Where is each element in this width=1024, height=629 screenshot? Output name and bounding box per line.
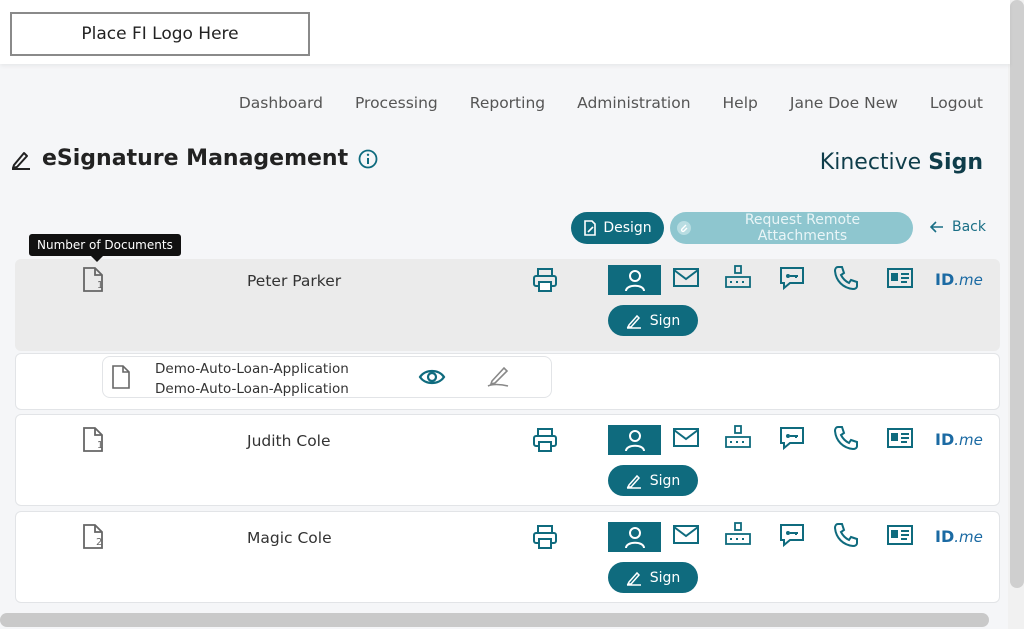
nav-processing[interactable]: Processing — [355, 94, 438, 112]
request-remote-attachments-button[interactable]: Request Remote Attachments — [670, 212, 913, 244]
document-item: Demo-Auto-Loan-Application Demo-Auto-Loa… — [102, 356, 552, 398]
phone-icon[interactable] — [832, 521, 860, 549]
idme-suffix: .me — [954, 528, 983, 546]
document-icon — [112, 365, 130, 389]
sms-passcode-icon[interactable] — [778, 424, 806, 452]
eye-icon[interactable] — [418, 366, 446, 388]
nav-reporting[interactable]: Reporting — [470, 94, 545, 112]
kba-lock-icon[interactable] — [724, 521, 752, 549]
back-label: Back — [952, 219, 986, 235]
idme-suffix: .me — [954, 431, 983, 449]
signer-name: Peter Parker — [247, 272, 342, 290]
in-person-auth-option-selected[interactable] — [608, 522, 661, 552]
sms-passcode-icon[interactable] — [778, 264, 806, 292]
product-brand: Kinective Sign — [820, 150, 983, 175]
nav-help[interactable]: Help — [723, 94, 758, 112]
email-icon[interactable] — [672, 521, 700, 549]
id-card-icon[interactable] — [886, 264, 914, 292]
idme-suffix: .me — [954, 271, 983, 289]
sms-passcode-icon[interactable] — [778, 521, 806, 549]
nav-dashboard[interactable]: Dashboard — [239, 94, 323, 112]
email-icon[interactable] — [672, 264, 700, 292]
phone-icon[interactable] — [832, 424, 860, 452]
paperclip-icon — [676, 221, 691, 235]
document-count: 2 — [96, 537, 103, 548]
document-names: Demo-Auto-Loan-Application Demo-Auto-Loa… — [155, 359, 349, 399]
main-nav: Dashboard Processing Reporting Administr… — [207, 94, 983, 112]
print-icon[interactable] — [531, 266, 559, 294]
signer-name: Magic Cole — [247, 529, 332, 547]
sign-button-label: Sign — [649, 312, 681, 329]
pen-icon — [626, 571, 641, 586]
document-title: Demo-Auto-Loan-Application — [155, 361, 349, 377]
idme-option[interactable]: ID.me — [935, 430, 983, 449]
design-button-label: Design — [603, 220, 652, 236]
document-edit-icon — [584, 220, 597, 236]
nav-administration[interactable]: Administration — [577, 94, 690, 112]
sign-button-label: Sign — [649, 472, 681, 489]
idme-prefix: ID — [935, 527, 955, 546]
page-title: eSignature Management — [42, 146, 349, 171]
kba-lock-icon[interactable] — [724, 424, 752, 452]
email-icon[interactable] — [672, 424, 700, 452]
arrow-left-icon — [930, 221, 943, 233]
brand-bold-text: Sign — [928, 150, 983, 175]
pen-icon — [626, 314, 641, 329]
sign-button-label: Sign — [649, 569, 681, 586]
phone-icon[interactable] — [832, 264, 860, 292]
sign-button[interactable]: Sign — [608, 305, 698, 336]
signer-name: Judith Cole — [247, 432, 331, 450]
brand-light-text: Kinective — [819, 150, 929, 175]
design-button[interactable]: Design — [571, 212, 664, 244]
document-subtitle: Demo-Auto-Loan-Application — [155, 381, 349, 397]
document-count: 1 — [97, 280, 104, 291]
person-icon — [624, 270, 645, 292]
print-icon[interactable] — [531, 523, 559, 551]
signature-pen-icon — [12, 151, 30, 170]
in-person-auth-option-selected[interactable] — [608, 425, 661, 455]
idme-option[interactable]: ID.me — [935, 527, 983, 546]
person-icon — [624, 527, 645, 549]
nav-logout[interactable]: Logout — [930, 94, 983, 112]
sign-button[interactable]: Sign — [608, 562, 698, 593]
signature-icon[interactable] — [484, 364, 512, 390]
pen-icon — [626, 474, 641, 489]
top-bar: Place FI Logo Here — [0, 0, 1010, 64]
document-count-tooltip: Number of Documents — [29, 234, 181, 262]
document-count: 1 — [97, 440, 104, 451]
idme-option[interactable]: ID.me — [935, 270, 983, 289]
back-link[interactable]: Back — [930, 219, 986, 235]
print-icon[interactable] — [531, 426, 559, 454]
idme-prefix: ID — [935, 270, 955, 289]
idme-prefix: ID — [935, 430, 955, 449]
request-remote-attachments-label: Request Remote Attachments — [744, 212, 861, 244]
vertical-scrollbar[interactable] — [1010, 0, 1024, 588]
kba-lock-icon[interactable] — [724, 264, 752, 292]
horizontal-scrollbar[interactable] — [0, 613, 989, 627]
in-person-auth-option-selected[interactable] — [608, 265, 661, 295]
info-icon[interactable] — [358, 149, 378, 169]
page-header: eSignature Management — [10, 146, 378, 171]
sign-button[interactable]: Sign — [608, 465, 698, 496]
logo-placeholder: Place FI Logo Here — [10, 12, 310, 56]
id-card-icon[interactable] — [886, 521, 914, 549]
nav-user[interactable]: Jane Doe New — [790, 94, 898, 112]
person-icon — [624, 430, 645, 452]
id-card-icon[interactable] — [886, 424, 914, 452]
